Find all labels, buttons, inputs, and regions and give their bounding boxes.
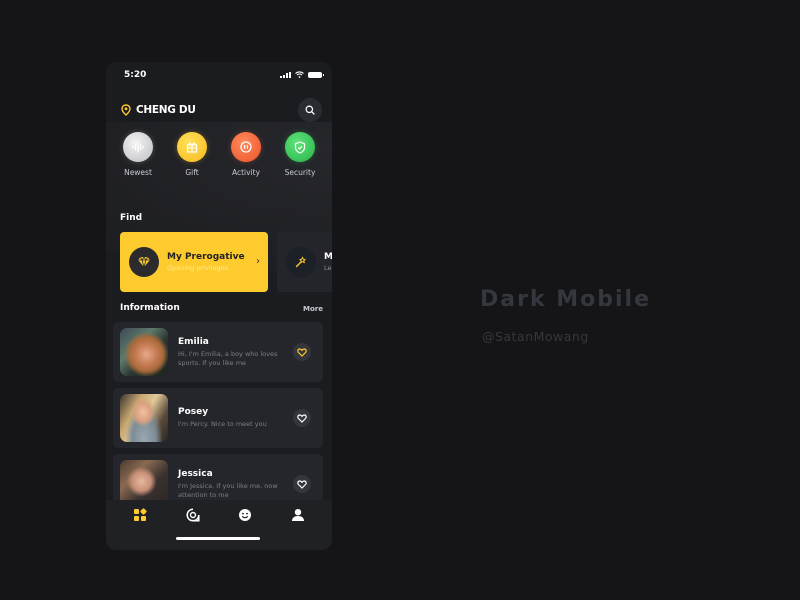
list-item-text: Jessica I'm Jessica. If you like me, now… [178, 469, 288, 500]
tab-moments[interactable] [230, 506, 260, 524]
find-carousel[interactable]: My Prerogative Opening privileges › M Le [120, 232, 332, 292]
quick-action-circle [231, 132, 261, 162]
quick-action-activity[interactable]: Activity [220, 132, 272, 177]
tabs [106, 500, 332, 524]
tab-messages[interactable] [178, 506, 208, 524]
avatar [120, 328, 168, 376]
list-item[interactable]: Posey I'm Percy. Nice to meet you [113, 388, 323, 448]
smiley-icon [239, 509, 252, 521]
quick-action-gift[interactable]: Gift [166, 132, 218, 177]
more-link[interactable]: More [303, 305, 323, 313]
find-icon-badge [286, 247, 316, 277]
wifi-icon [295, 71, 304, 78]
quick-action-circle [285, 132, 315, 162]
pause-circle-icon [240, 141, 252, 153]
find-card-text: My Prerogative Opening privileges [167, 252, 245, 272]
list-item-text: Posey I'm Percy. Nice to meet you [178, 407, 288, 429]
tab-home[interactable] [125, 506, 155, 524]
find-card-subtitle: Le [324, 264, 332, 272]
shield-check-icon [294, 140, 306, 154]
heart-icon [297, 413, 307, 423]
find-card-second[interactable]: M Le [277, 232, 332, 292]
heart-icon [297, 347, 307, 357]
find-icon-badge [129, 247, 159, 277]
list-item-description: I'm Percy. Nice to meet you [178, 420, 267, 428]
quick-actions: Newest Gift Activity Security [106, 132, 332, 177]
list-item-name: Emilia [178, 336, 209, 347]
like-button[interactable] [293, 475, 311, 493]
status-bar: 5:20 [106, 62, 332, 90]
quick-action-security[interactable]: Security [274, 132, 326, 177]
gift-icon [186, 142, 198, 153]
battery-icon [308, 71, 324, 78]
list-item[interactable]: Emilia Hi, I'm Emilia, a boy who loves s… [113, 322, 323, 382]
location-pin-icon [121, 104, 131, 116]
status-icons [280, 71, 324, 78]
sound-wave-icon [132, 141, 144, 153]
quick-action-label: Gift [185, 168, 199, 177]
quick-action-label: Newest [124, 168, 152, 177]
quick-action-newest[interactable]: Newest [112, 132, 164, 177]
list-item-description: Hi, I'm Emilia, a boy who loves sports. … [178, 349, 278, 367]
find-card-text: M Le [324, 252, 332, 272]
information-list: Emilia Hi, I'm Emilia, a boy who loves s… [113, 322, 323, 520]
magic-wand-icon [295, 256, 306, 268]
find-card-title: M [324, 252, 332, 262]
brand-author: @SatanMowang [482, 329, 589, 344]
search-icon [305, 105, 315, 115]
avatar [120, 394, 168, 442]
brand-title: Dark Mobile [480, 287, 652, 312]
quick-action-label: Activity [231, 168, 261, 177]
chevron-right-icon: › [256, 256, 260, 267]
heart-icon [297, 479, 307, 489]
person-icon [291, 509, 304, 521]
find-card-prerogative[interactable]: My Prerogative Opening privileges › [120, 232, 268, 292]
quick-action-label: Security [284, 168, 316, 177]
list-item-description: I'm Jessica. If you like me, now attenti… [178, 481, 278, 499]
find-title: Find [120, 213, 143, 223]
like-button[interactable] [293, 409, 311, 427]
phone-screen: 5:20 CHENG DU Newest Gift Activity Secur… [106, 62, 332, 550]
location-label[interactable]: CHENG DU [136, 104, 196, 116]
list-item-text: Emilia Hi, I'm Emilia, a boy who loves s… [178, 337, 288, 368]
search-button[interactable] [298, 98, 322, 122]
list-item-name: Posey [178, 407, 209, 417]
list-item-name: Jessica [178, 468, 213, 479]
chat-icon [186, 508, 200, 522]
quick-action-circle [177, 132, 207, 162]
find-card-subtitle: Opening privileges [167, 264, 229, 272]
find-card-title: My Prerogative [167, 252, 245, 262]
grid-icon [134, 508, 147, 521]
quick-action-circle [123, 132, 153, 162]
like-button[interactable] [293, 343, 311, 361]
status-time: 5:20 [124, 70, 147, 80]
diamond-icon [138, 256, 150, 268]
tab-bar [106, 500, 332, 550]
tab-profile[interactable] [283, 506, 313, 524]
information-title: Information [120, 303, 180, 313]
signal-icon [280, 71, 291, 78]
header: CHENG DU [120, 98, 322, 122]
home-indicator [176, 537, 260, 540]
